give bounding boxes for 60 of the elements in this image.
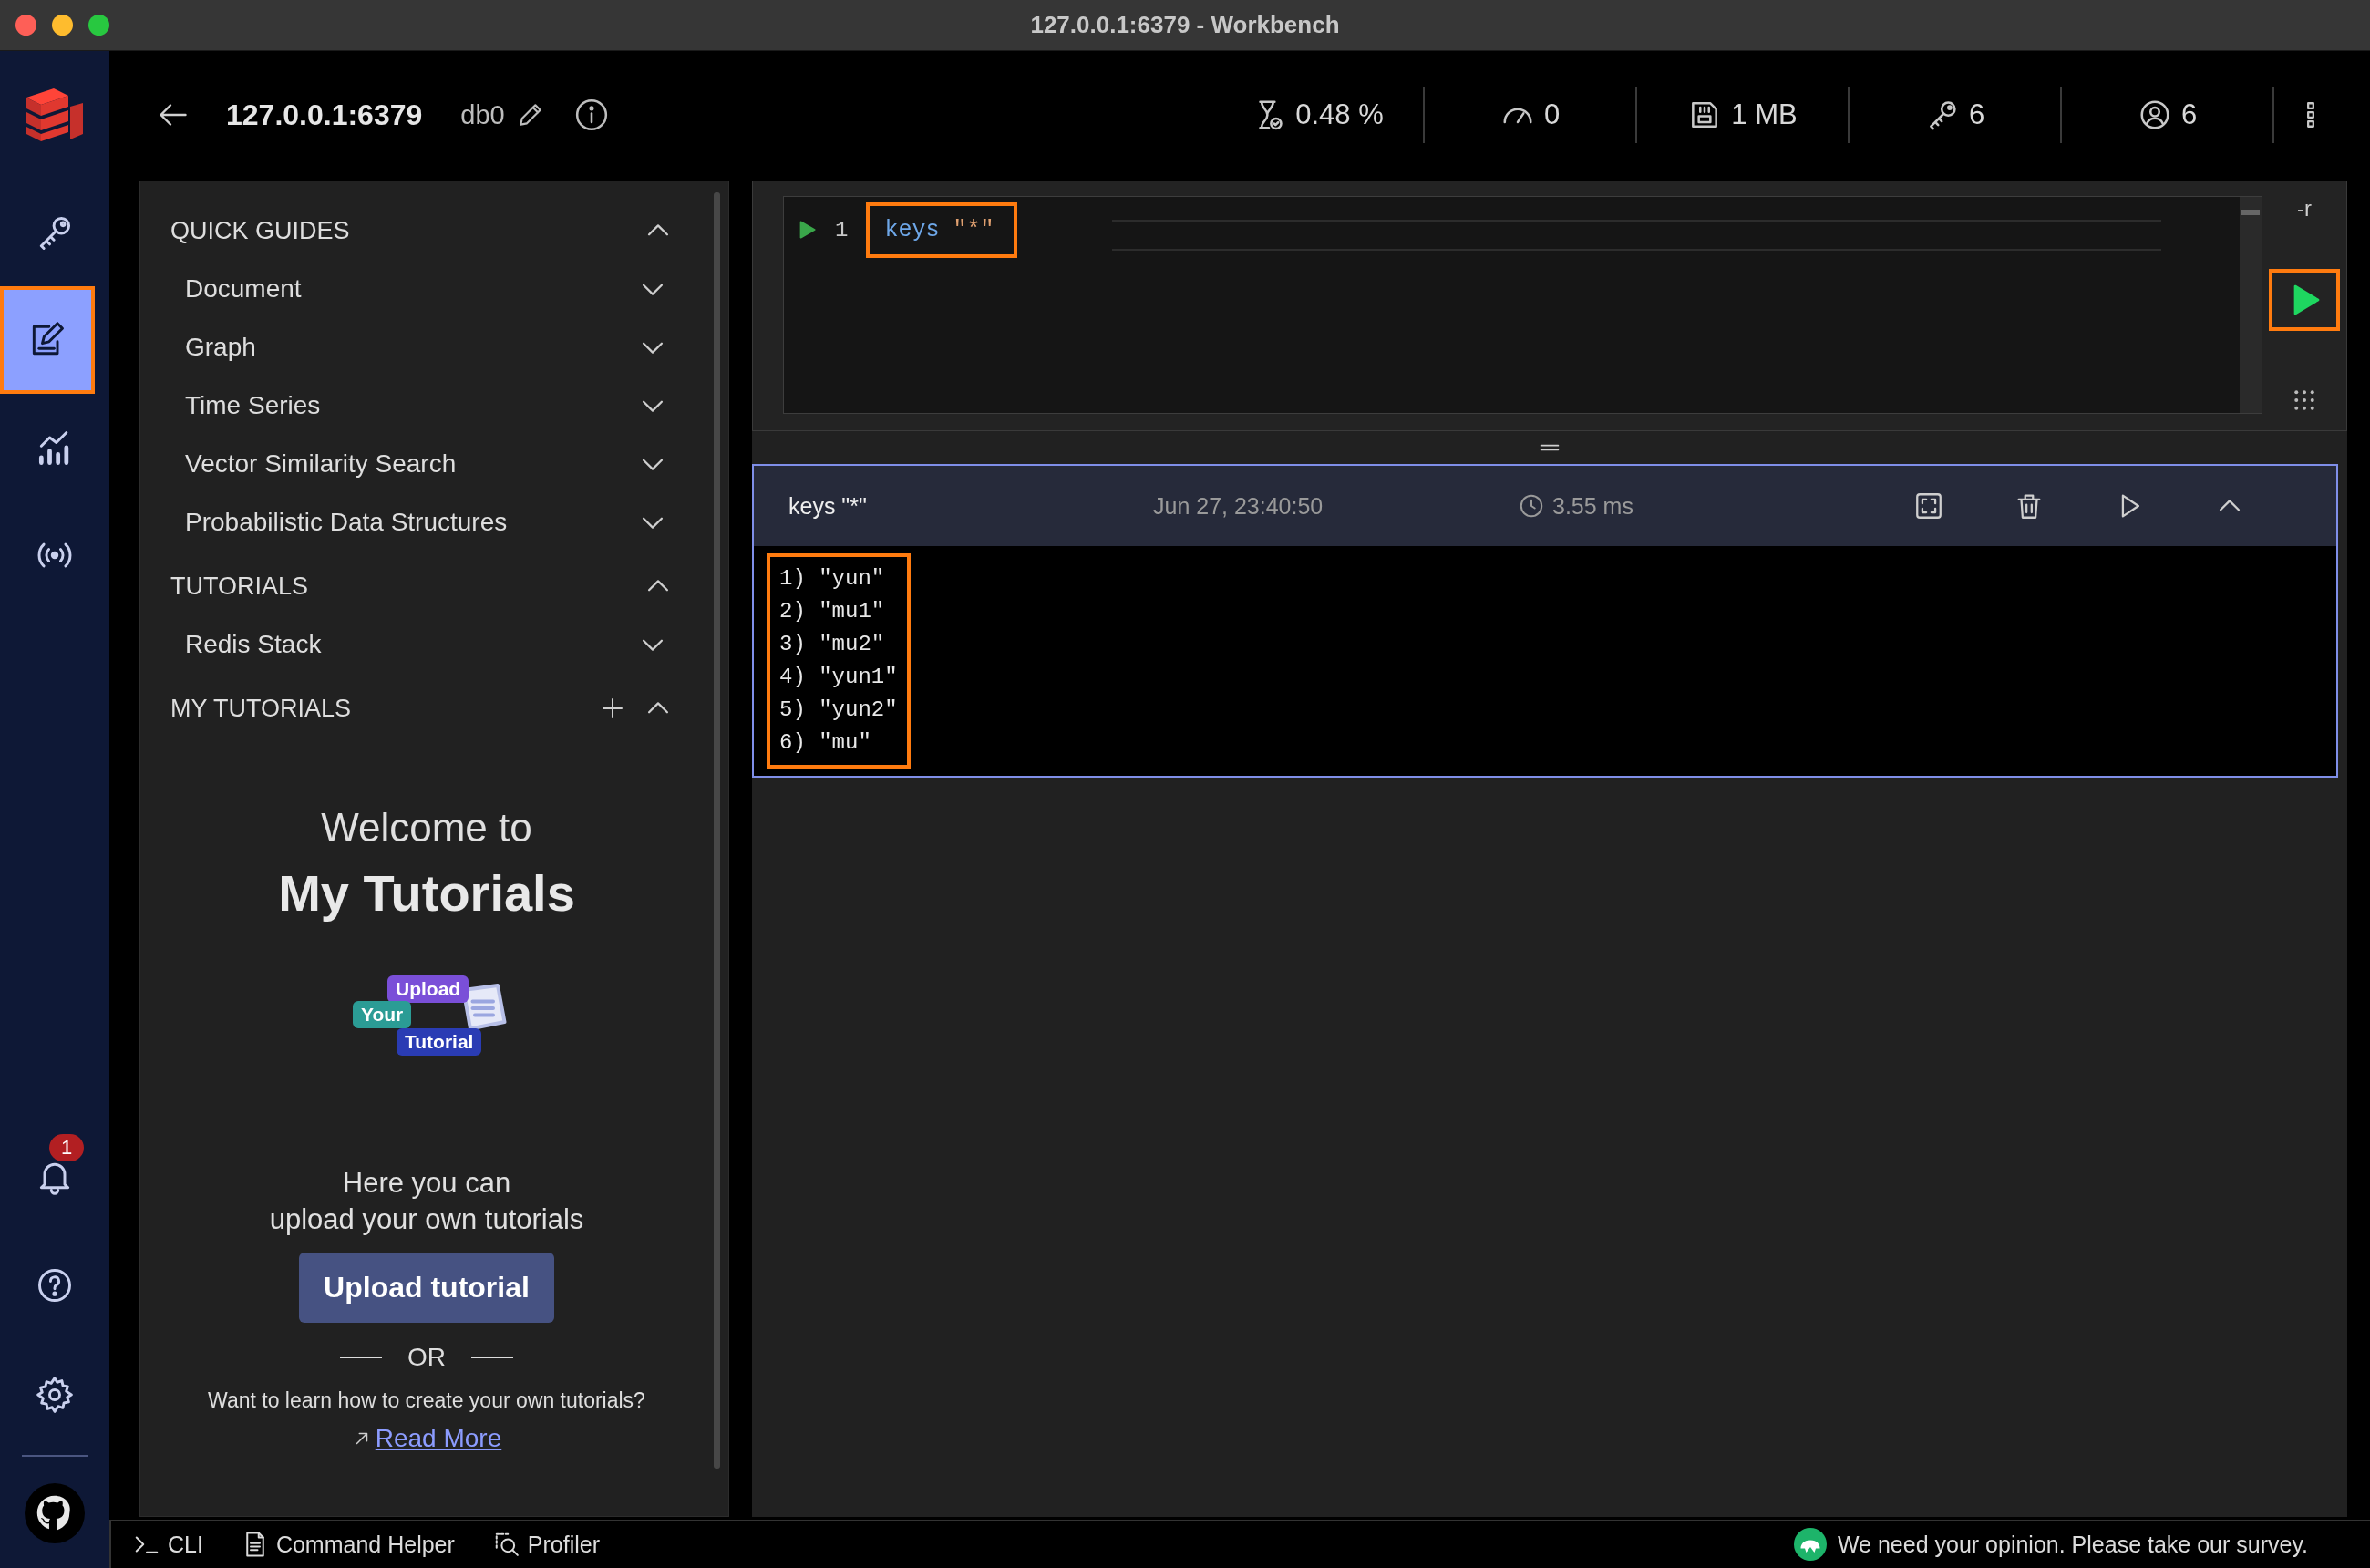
host-address: 127.0.0.1:6379 — [226, 98, 423, 132]
stat-value: 6 — [2180, 98, 2198, 131]
description-text: upload your own tutorials — [269, 1203, 584, 1236]
scrollbar[interactable] — [714, 192, 720, 1469]
window-title: 127.0.0.1:6379 - Workbench — [1030, 11, 1340, 39]
help-text: Want to learn how to create your own tutorials? — [208, 1388, 645, 1413]
stat-value: 6 — [1968, 98, 1985, 131]
code-editor[interactable]: 1 keys "*" — [783, 196, 2262, 414]
clock-icon — [1518, 492, 1545, 520]
stat-value: 0.48 % — [1295, 98, 1384, 131]
stat-value: 1 MB — [1731, 98, 1798, 131]
notification-badge: 1 — [49, 1134, 85, 1161]
output-line: 4) "yun1" — [779, 664, 898, 691]
upload-button[interactable]: Upload tutorial — [299, 1253, 554, 1323]
duration-text: 3.55 ms — [1552, 492, 1633, 520]
raw-mode-toggle[interactable]: -r — [2297, 196, 2312, 269]
stat-value: 0 — [1543, 98, 1561, 131]
info-icon[interactable] — [573, 98, 609, 132]
zoom-button[interactable] — [88, 15, 109, 36]
tool-tab[interactable]: Profiler — [489, 1527, 603, 1562]
description-text: Here you can — [342, 1167, 511, 1200]
guide-item[interactable]: Document — [170, 260, 674, 318]
survey-link[interactable]: We need your opinion. Please take our survey. — [1837, 1531, 2308, 1558]
welcome-text: Welcome to — [321, 805, 532, 851]
line-number: 1 — [835, 217, 849, 242]
read-more-link[interactable]: Read More — [375, 1424, 502, 1453]
output-line: 2) "mu1" — [779, 598, 886, 625]
scrollbar[interactable] — [2240, 197, 2262, 413]
section-title: QUICK GUIDES — [170, 216, 351, 245]
section-title: TUTORIALS — [170, 572, 310, 601]
guide-item[interactable]: Vector Similarity Search — [170, 435, 674, 493]
fullscreen-icon[interactable] — [1913, 490, 1944, 521]
guide-item[interactable]: Graph — [170, 318, 674, 377]
section-title: MY TUTORIALS — [170, 694, 353, 723]
output-line: 1) "yun" — [779, 565, 886, 593]
minimize-button[interactable] — [52, 15, 73, 36]
survey-icon — [1793, 1528, 1827, 1561]
command-text: keys "*" — [788, 492, 868, 520]
divider-label: OR — [407, 1343, 446, 1372]
output-line: 6) "mu" — [779, 729, 872, 757]
output-line: 5) "yun2" — [779, 696, 898, 724]
speech-bubble: Your — [353, 1001, 412, 1028]
welcome-title: My Tutorials — [278, 863, 575, 923]
timestamp: Jun 27, 23:40:50 — [1153, 492, 1324, 520]
speech-bubble: Upload — [387, 975, 469, 1003]
tool-tab[interactable]: CLI — [129, 1527, 207, 1562]
close-button[interactable] — [15, 15, 36, 36]
run-button[interactable] — [2269, 269, 2340, 331]
database-label: db0 — [460, 99, 505, 130]
tool-tab[interactable]: Command Helper — [237, 1527, 459, 1562]
code-text: keys "*" — [884, 216, 994, 243]
settings-icon — [35, 1375, 75, 1415]
speech-bubble: Tutorial — [397, 1028, 482, 1056]
guide-item[interactable]: Probabilistic Data Structures — [170, 493, 674, 552]
guide-item[interactable]: Time Series — [170, 377, 674, 435]
output-line: 3) "mu2" — [779, 631, 886, 658]
github-icon — [25, 1483, 85, 1543]
nav-item[interactable]: 1 — [0, 1121, 109, 1231]
nav-item[interactable] — [0, 286, 95, 394]
guide-item[interactable]: Redis Stack — [170, 615, 674, 674]
